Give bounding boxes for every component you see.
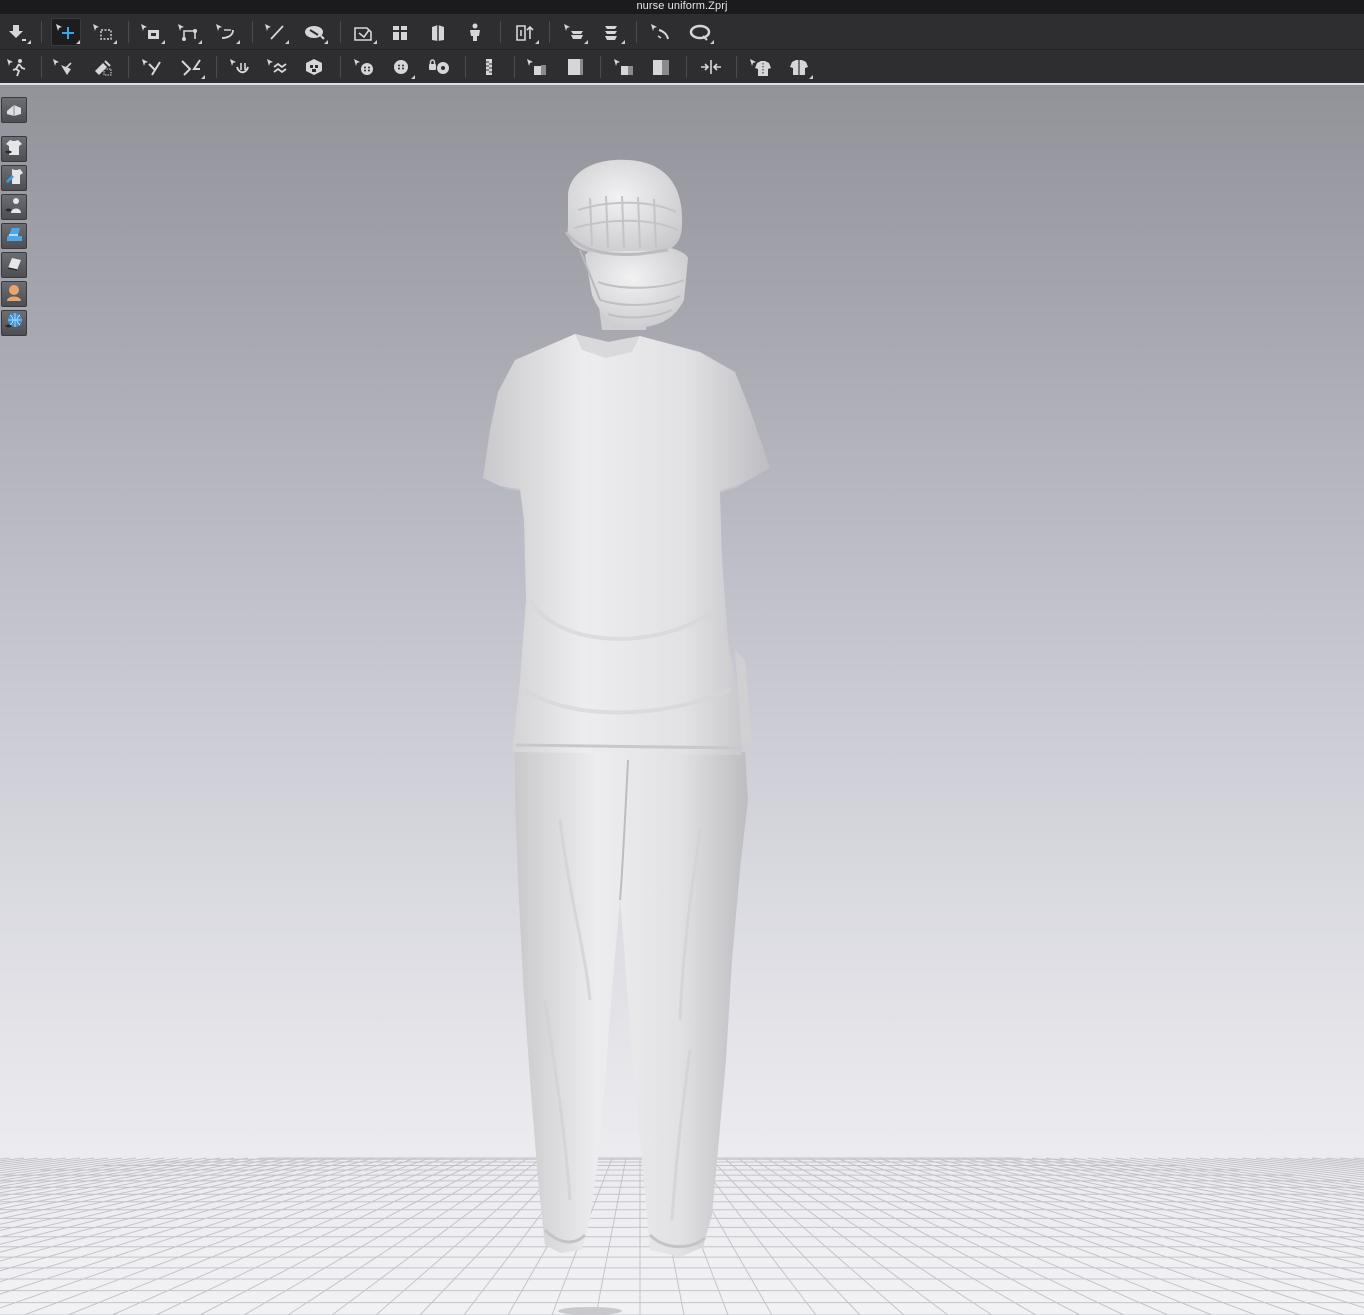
- skin-render-icon: [4, 283, 24, 306]
- shrink-icon: [228, 57, 252, 77]
- fold-button[interactable]: [176, 53, 206, 81]
- avatar-render-mode-icon: [4, 225, 24, 248]
- main-toolbar-row-1: [0, 14, 1364, 50]
- transform-pattern-icon: [139, 22, 163, 42]
- transform-graphic-button[interactable]: [609, 53, 639, 81]
- zipper-button[interactable]: [474, 53, 504, 81]
- show-avatar-front-button[interactable]: [385, 18, 415, 46]
- edit-curvature-icon: [214, 22, 238, 42]
- arrangement-point-button[interactable]: [348, 18, 378, 46]
- measure-garment-button[interactable]: [745, 53, 775, 81]
- transform-pattern-button[interactable]: [136, 18, 166, 46]
- show-garment-icon: [4, 138, 24, 161]
- box-select-icon: [91, 22, 115, 42]
- edit-curvature-button[interactable]: [211, 18, 241, 46]
- main-toolbar-row-2: [0, 50, 1364, 85]
- gather-icon: [699, 57, 723, 77]
- shrink-button[interactable]: [225, 53, 255, 81]
- buttonhole-icon: [426, 57, 450, 77]
- garment-render-mode-button[interactable]: [1, 165, 27, 191]
- show-avatar-toggle-button[interactable]: [1, 194, 27, 220]
- show-avatar-front-icon: [388, 22, 412, 42]
- edit-point-button[interactable]: [173, 18, 203, 46]
- show-avatar-side-icon: [426, 22, 450, 42]
- transform-graphic-icon: [612, 57, 636, 77]
- 3d-viewport[interactable]: [0, 87, 1364, 1315]
- pose-avatar-icon: [5, 57, 29, 77]
- tape-measure-button[interactable]: [685, 18, 715, 46]
- edit-texture-button[interactable]: [522, 53, 552, 81]
- select-button-button[interactable]: [386, 53, 416, 81]
- garment-render-mode-icon: [4, 167, 24, 190]
- tack-button[interactable]: [646, 18, 676, 46]
- fold-arrangement-icon: [513, 22, 537, 42]
- layer-up-icon: [562, 22, 586, 42]
- simulation-icon: [6, 22, 28, 42]
- select-move-icon: [54, 22, 78, 42]
- layer-down-button[interactable]: [596, 18, 626, 46]
- select-button-icon: [389, 57, 413, 77]
- tape-measure-icon: [688, 22, 712, 42]
- 3d-scene: [0, 159, 1364, 1315]
- app-window: nurse uniform.Zprj: [0, 0, 1364, 1315]
- segment-sewing-button[interactable]: [299, 18, 329, 46]
- avatar-render-mode-button[interactable]: [1, 223, 27, 249]
- button-tool-button[interactable]: [349, 53, 379, 81]
- internal-line-icon: [263, 22, 287, 42]
- gather-button[interactable]: [696, 53, 726, 81]
- show-avatar-icon: [463, 22, 487, 42]
- pin-icon: [51, 57, 75, 77]
- texture-icon: [302, 57, 326, 77]
- internal-line-button[interactable]: [260, 18, 290, 46]
- view-mode-icon: [4, 99, 24, 122]
- edit-point-icon: [176, 22, 200, 42]
- fitting-garment-button[interactable]: [784, 53, 814, 81]
- title-bar: nurse uniform.Zprj: [0, 0, 1364, 14]
- layer-down-icon: [599, 22, 623, 42]
- fold-icon: [179, 57, 203, 77]
- buttonhole-button[interactable]: [423, 53, 453, 81]
- texture-button[interactable]: [299, 53, 329, 81]
- show-grid-icon: [4, 312, 24, 335]
- show-avatar-button[interactable]: [460, 18, 490, 46]
- zipper-icon: [477, 57, 501, 77]
- steam-button[interactable]: [137, 53, 167, 81]
- show-pattern-button[interactable]: [1, 252, 27, 278]
- show-grid-button[interactable]: [1, 310, 27, 336]
- edit-texture-icon: [525, 57, 549, 77]
- window-title: nurse uniform.Zprj: [636, 0, 728, 12]
- puckering-icon: [265, 57, 289, 77]
- view-mode-button[interactable]: [1, 97, 27, 123]
- fitting-garment-icon: [787, 57, 811, 77]
- show-pattern-icon: [4, 254, 24, 277]
- show-garment-button[interactable]: [1, 136, 27, 162]
- show-avatar-side-button[interactable]: [423, 18, 453, 46]
- tack-icon: [649, 22, 673, 42]
- pin-box-button[interactable]: [87, 53, 117, 81]
- arrangement-point-icon: [351, 22, 375, 42]
- steam-icon: [140, 57, 164, 77]
- graphic-button[interactable]: [560, 53, 590, 81]
- skin-render-button[interactable]: [1, 281, 27, 307]
- button-icon: [352, 57, 376, 77]
- simulation-button[interactable]: [2, 18, 32, 46]
- floor-shadow: [558, 1307, 622, 1315]
- select-move-button[interactable]: [51, 18, 81, 46]
- fold-arrangement-button[interactable]: [510, 18, 540, 46]
- graphic-icon: [563, 57, 587, 77]
- pin-button[interactable]: [48, 53, 78, 81]
- segment-sewing-icon: [302, 22, 326, 42]
- pin-box-icon: [90, 57, 114, 77]
- layer-up-button[interactable]: [559, 18, 589, 46]
- measure-garment-icon: [748, 57, 772, 77]
- box-select-button[interactable]: [88, 18, 118, 46]
- pose-avatar-button[interactable]: [2, 53, 32, 81]
- puckering-button[interactable]: [262, 53, 292, 81]
- puckering-stitch-button[interactable]: [646, 53, 676, 81]
- puckering-stitch-icon: [649, 57, 673, 77]
- garment-figure: [483, 159, 770, 1257]
- show-avatar-toggle-icon: [4, 196, 24, 219]
